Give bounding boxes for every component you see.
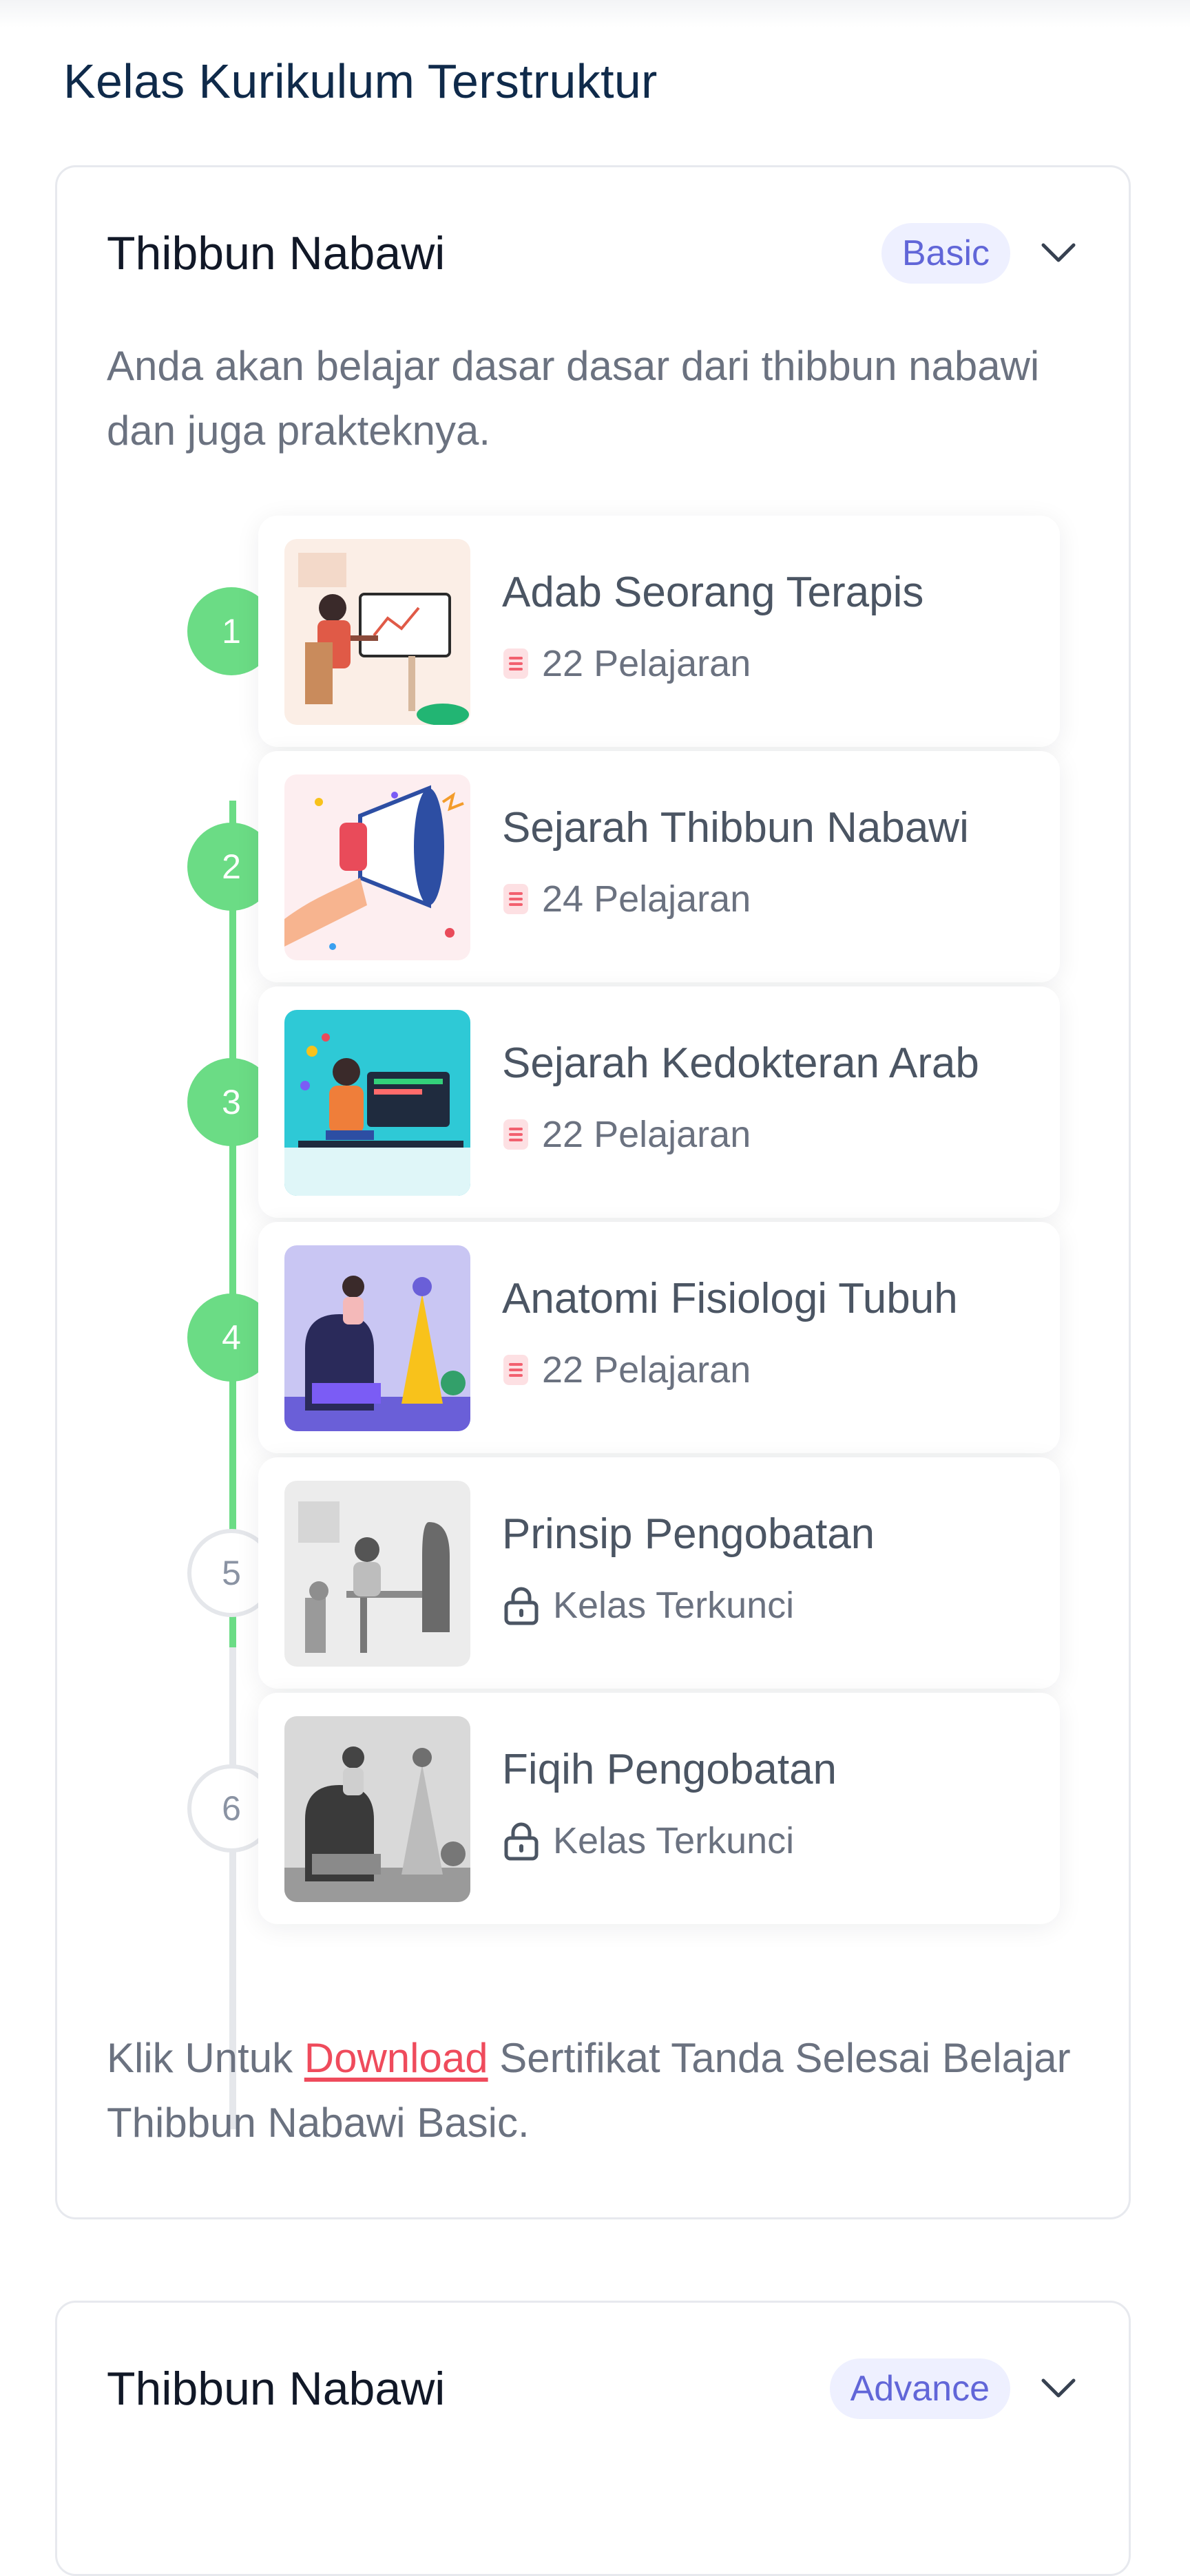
certificate-footer: Klik Untuk Download Sertifikat Tanda Sel… <box>107 2026 1085 2155</box>
lesson-card-6[interactable]: Fiqih Pengobatan Kelas Terkunci <box>258 1693 1060 1924</box>
lock-icon <box>504 1587 539 1625</box>
lesson-thumbnail <box>284 1716 470 1902</box>
lesson-meta: 22 Pelajaran <box>502 642 751 685</box>
lesson-count: 22 Pelajaran <box>542 1349 751 1391</box>
course-card-header[interactable]: Thibbun Nabawi Basic <box>107 222 1079 284</box>
chevron-down-icon[interactable] <box>1038 2375 1079 2403</box>
top-shadow <box>0 0 1190 28</box>
lesson-title: Anatomi Fisiologi Tubuh <box>502 1275 958 1322</box>
lesson-card-4[interactable]: Anatomi Fisiologi Tubuh 22 Pelajaran <box>258 1222 1060 1453</box>
lesson-card-5[interactable]: Prinsip Pengobatan Kelas Terkunci <box>258 1457 1060 1689</box>
lesson-thumbnail <box>284 774 470 960</box>
lesson-card-2[interactable]: Sejarah Thibbun Nabawi 24 Pelajaran <box>258 751 1060 982</box>
lesson-status: Kelas Terkunci <box>553 1820 795 1861</box>
lesson-count: 22 Pelajaran <box>542 1114 751 1155</box>
lesson-meta: Kelas Terkunci <box>502 1584 794 1627</box>
lesson-count: 24 Pelajaran <box>542 878 751 920</box>
lesson-title: Sejarah Thibbun Nabawi <box>502 804 969 852</box>
course-card-header[interactable]: Thibbun Nabawi Advance <box>107 2358 1079 2420</box>
course-card-basic: Thibbun Nabawi Basic Anda akan belajar d… <box>55 165 1131 2219</box>
lesson-meta: 22 Pelajaran <box>502 1349 751 1391</box>
level-badge: Basic <box>881 223 1010 284</box>
lesson-count: 22 Pelajaran <box>542 643 751 684</box>
lock-icon <box>504 1822 539 1861</box>
document-icon <box>503 884 528 914</box>
lesson-thumbnail <box>284 1010 470 1196</box>
course-title: Thibbun Nabawi <box>107 2363 446 2415</box>
lesson-title: Adab Seorang Terapis <box>502 569 924 616</box>
document-icon <box>503 1355 528 1385</box>
course-description: Anda akan belajar dasar dasar dari thibb… <box>107 343 1040 454</box>
lesson-thumbnail <box>284 1245 470 1431</box>
lesson-meta: Kelas Terkunci <box>502 1819 794 1862</box>
lesson-title: Sejarah Kedokteran Arab <box>502 1039 979 1087</box>
lesson-card-3[interactable]: Sejarah Kedokteran Arab 22 Pelajaran <box>258 986 1060 1218</box>
document-icon <box>503 1119 528 1150</box>
section-title: Kelas Kurikulum Terstruktur <box>63 54 658 108</box>
footer-prefix: Klik Untuk <box>107 2035 304 2081</box>
lesson-thumbnail <box>284 539 470 725</box>
timeline-progress-line <box>229 801 236 1647</box>
lesson-title: Prinsip Pengobatan <box>502 1510 875 1558</box>
lesson-thumbnail <box>284 1481 470 1667</box>
course-card-advance: Thibbun Nabawi Advance <box>55 2301 1131 2576</box>
document-icon <box>503 648 528 679</box>
chevron-down-icon[interactable] <box>1038 240 1079 267</box>
level-badge: Advance <box>829 2358 1010 2419</box>
lesson-status: Kelas Terkunci <box>553 1585 795 1626</box>
lesson-meta: 24 Pelajaran <box>502 878 751 920</box>
course-title: Thibbun Nabawi <box>107 227 446 279</box>
lesson-meta: 22 Pelajaran <box>502 1113 751 1156</box>
lesson-card-1[interactable]: Adab Seorang Terapis 22 Pelajaran <box>258 516 1060 747</box>
lesson-title: Fiqih Pengobatan <box>502 1746 837 1793</box>
download-certificate-link[interactable]: Download <box>304 2035 488 2081</box>
